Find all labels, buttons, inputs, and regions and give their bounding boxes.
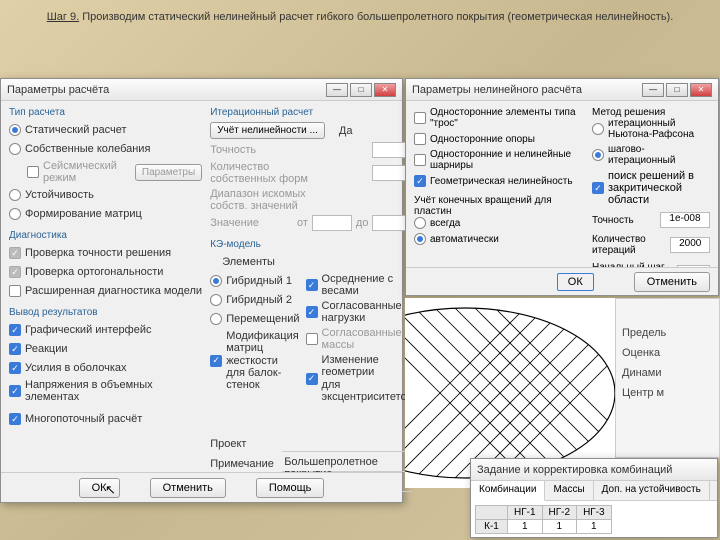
maximize-icon[interactable]: □ bbox=[666, 83, 688, 97]
from-input bbox=[312, 215, 352, 231]
cell[interactable]: 1 bbox=[508, 520, 543, 534]
diag-label: Диагностика bbox=[9, 230, 202, 241]
calc-params-window: Параметры расчёта — □ ✕ Тип расчета Стат… bbox=[0, 78, 403, 503]
close-icon[interactable]: ✕ bbox=[374, 83, 396, 97]
rp-item[interactable]: Динами bbox=[622, 367, 713, 379]
cell[interactable]: 1 bbox=[542, 520, 577, 534]
maximize-icon[interactable]: □ bbox=[350, 83, 372, 97]
multithread-check[interactable] bbox=[9, 413, 21, 425]
minimize-icon[interactable]: — bbox=[642, 83, 664, 97]
react-check[interactable] bbox=[9, 343, 21, 355]
minimize-icon[interactable]: — bbox=[326, 83, 348, 97]
cancel2-button[interactable]: Отменить bbox=[634, 272, 710, 292]
supports-check[interactable] bbox=[414, 133, 426, 145]
geom-check[interactable] bbox=[414, 175, 426, 187]
close-icon[interactable]: ✕ bbox=[690, 83, 712, 97]
gui-check[interactable] bbox=[9, 324, 21, 336]
iter-label: Итерационный расчет bbox=[210, 107, 412, 118]
volstress-check[interactable] bbox=[9, 385, 21, 397]
precision2-input[interactable]: 1e-008 bbox=[660, 212, 710, 228]
win1-titlebar[interactable]: Параметры расчёта — □ ✕ bbox=[1, 79, 402, 101]
output-label: Вывод результатов bbox=[9, 307, 202, 318]
extdiag-check[interactable] bbox=[9, 285, 21, 297]
tab-stability[interactable]: Доп. на устойчивость bbox=[594, 481, 710, 500]
matrices-radio[interactable] bbox=[9, 208, 21, 220]
seismic-check bbox=[27, 166, 39, 178]
note-input[interactable]: Большепролетное покрытие bbox=[282, 456, 412, 472]
help-button[interactable]: Помощь bbox=[256, 478, 325, 498]
win2-title: Параметры нелинейного расчёта bbox=[412, 84, 582, 96]
rp-item[interactable]: Предель bbox=[622, 327, 713, 339]
params-button: Параметры bbox=[135, 164, 202, 181]
slide-title: Шаг 9. Производим статический нелинейный… bbox=[0, 4, 720, 26]
accuracy-check[interactable] bbox=[9, 247, 21, 259]
cell[interactable]: 1 bbox=[577, 520, 612, 534]
rp-item[interactable]: Центр м bbox=[622, 387, 713, 399]
postcrit-check[interactable] bbox=[592, 182, 604, 194]
rp-item[interactable]: Оценка bbox=[622, 347, 713, 359]
geomchange-check[interactable] bbox=[306, 373, 318, 385]
always-radio[interactable] bbox=[414, 217, 426, 229]
agreedmasses-check bbox=[306, 333, 318, 345]
hybrid1-radio[interactable] bbox=[210, 275, 222, 287]
ok2-button[interactable]: ОК bbox=[557, 273, 594, 291]
auto-radio[interactable] bbox=[414, 233, 426, 245]
stepiter-radio[interactable] bbox=[592, 149, 604, 161]
shellforces-check[interactable] bbox=[9, 362, 21, 374]
win3-titlebar[interactable]: Задание и корректировка комбинаций bbox=[471, 459, 717, 481]
agreedloads-check[interactable] bbox=[306, 306, 318, 318]
nonlinear-button[interactable]: Учёт нелинейности ... bbox=[210, 122, 325, 139]
tab-masses[interactable]: Массы bbox=[545, 481, 593, 500]
mod-check[interactable] bbox=[210, 355, 222, 367]
newton-radio[interactable] bbox=[592, 123, 604, 135]
orthog-check[interactable] bbox=[9, 266, 21, 278]
static-radio[interactable] bbox=[9, 124, 21, 136]
eigen-radio[interactable] bbox=[9, 143, 21, 155]
combinations-window: Задание и корректировка комбинаций Комби… bbox=[470, 458, 718, 538]
tros-check[interactable] bbox=[414, 112, 426, 124]
hybrid2-radio[interactable] bbox=[210, 294, 222, 306]
displ-radio[interactable] bbox=[210, 313, 222, 325]
ok-button[interactable]: ОК bbox=[79, 478, 120, 498]
win1-title: Параметры расчёта bbox=[7, 84, 109, 96]
stability-radio[interactable] bbox=[9, 189, 21, 201]
right-panel: Предель Оценка Динами Центр м bbox=[615, 298, 720, 458]
tab-combinations[interactable]: Комбинации bbox=[471, 481, 545, 501]
fe-label: КЭ-модель bbox=[210, 239, 412, 250]
cancel-button[interactable]: Отменить bbox=[150, 478, 226, 498]
iters-input[interactable]: 2000 bbox=[670, 237, 710, 253]
project-input[interactable] bbox=[282, 436, 412, 452]
win2-titlebar[interactable]: Параметры нелинейного расчёта — □ ✕ bbox=[406, 79, 718, 101]
comb-table: НГ-1 НГ-2 НГ-3 К-1 1 1 1 bbox=[475, 505, 612, 534]
calc-type-label: Тип расчета bbox=[9, 107, 202, 118]
win3-title: Задание и корректировка комбинаций bbox=[477, 464, 672, 476]
hinges-check[interactable] bbox=[414, 154, 426, 166]
avgweights-check[interactable] bbox=[306, 279, 318, 291]
nonlinear-params-window: Параметры нелинейного расчёта — □ ✕ Одно… bbox=[405, 78, 719, 296]
